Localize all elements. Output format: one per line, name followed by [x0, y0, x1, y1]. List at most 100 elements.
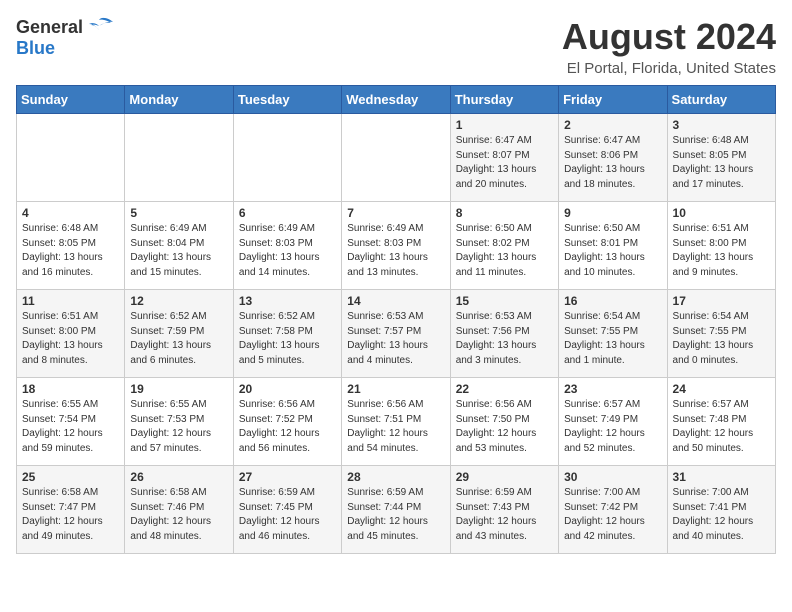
calendar-cell: 15 Sunrise: 6:53 AM Sunset: 7:56 PM Dayli…: [450, 290, 558, 378]
calendar-cell: 9 Sunrise: 6:50 AM Sunset: 8:01 PM Daylig…: [559, 202, 667, 290]
calendar-cell: 19 Sunrise: 6:55 AM Sunset: 7:53 PM Dayli…: [125, 378, 233, 466]
day-number: 8: [456, 206, 553, 220]
day-number: 21: [347, 382, 444, 396]
calendar-cell: 1Sunrise: 6:47 AM Sunset: 8:07 PM Daylig…: [450, 114, 558, 202]
calendar-cell: 5Sunrise: 6:49 AM Sunset: 8:04 PM Daylig…: [125, 202, 233, 290]
calendar-cell: 21 Sunrise: 6:56 AM Sunset: 7:51 PM Dayli…: [342, 378, 450, 466]
day-number: 2: [564, 118, 661, 132]
day-of-week-header: Wednesday: [342, 86, 450, 114]
day-number: 27: [239, 470, 336, 484]
calendar-cell: 18 Sunrise: 6:55 AM Sunset: 7:54 PM Dayli…: [17, 378, 125, 466]
day-detail: Sunrise: 6:59 AM Sunset: 7:43 PM Dayligh…: [456, 486, 553, 544]
day-number: 16: [564, 294, 661, 308]
day-detail: Sunrise: 6:59 AM Sunset: 7:44 PM Dayligh…: [347, 486, 444, 544]
calendar-cell: 8Sunrise: 6:50 AM Sunset: 8:02 PM Daylig…: [450, 202, 558, 290]
calendar-cell: 29 Sunrise: 6:59 AM Sunset: 7:43 PM Dayli…: [450, 466, 558, 554]
day-number: 28: [347, 470, 444, 484]
logo-blue-text: Blue: [16, 38, 55, 58]
day-number: 7: [347, 206, 444, 220]
day-number: 19: [130, 382, 227, 396]
day-detail: Sunrise: 7:00 AM Sunset: 7:41 PM Dayligh…: [673, 486, 770, 544]
calendar-cell: [342, 114, 450, 202]
calendar-cell: 7 Sunrise: 6:49 AM Sunset: 8:03 PM Daylig…: [342, 202, 450, 290]
calendar-cell: 27 Sunrise: 6:59 AM Sunset: 7:45 PM Dayli…: [233, 466, 341, 554]
day-detail: Sunrise: 6:58 AM Sunset: 7:47 PM Dayligh…: [22, 486, 119, 544]
day-detail: Sunrise: 6:53 AM Sunset: 7:56 PM Dayligh…: [456, 310, 553, 368]
calendar-cell: 2 Sunrise: 6:47 AM Sunset: 8:06 PM Daylig…: [559, 114, 667, 202]
day-number: 25: [22, 470, 119, 484]
calendar-cell: 12Sunrise: 6:52 AM Sunset: 7:59 PM Dayli…: [125, 290, 233, 378]
calendar-cell: 13Sunrise: 6:52 AM Sunset: 7:58 PM Dayli…: [233, 290, 341, 378]
day-number: 17: [673, 294, 770, 308]
header-row: SundayMondayTuesdayWednesdayThursdayFrid…: [17, 86, 776, 114]
title-area: August 2024 El Portal, Florida, United S…: [562, 16, 776, 77]
day-number: 14: [347, 294, 444, 308]
day-number: 26: [130, 470, 227, 484]
day-detail: Sunrise: 6:54 AM Sunset: 7:55 PM Dayligh…: [564, 310, 661, 368]
day-detail: Sunrise: 6:55 AM Sunset: 7:54 PM Dayligh…: [22, 398, 119, 456]
calendar-cell: 22 Sunrise: 6:56 AM Sunset: 7:50 PM Dayli…: [450, 378, 558, 466]
day-detail: Sunrise: 6:56 AM Sunset: 7:51 PM Dayligh…: [347, 398, 444, 456]
day-number: 18: [22, 382, 119, 396]
day-number: 11: [22, 294, 119, 308]
day-number: 6: [239, 206, 336, 220]
day-detail: Sunrise: 6:59 AM Sunset: 7:45 PM Dayligh…: [239, 486, 336, 544]
day-number: 22: [456, 382, 553, 396]
day-number: 23: [564, 382, 661, 396]
day-detail: Sunrise: 6:55 AM Sunset: 7:53 PM Dayligh…: [130, 398, 227, 456]
day-number: 31: [673, 470, 770, 484]
calendar-week-row: 25 Sunrise: 6:58 AM Sunset: 7:47 PM Dayli…: [17, 466, 776, 554]
day-detail: Sunrise: 6:49 AM Sunset: 8:04 PM Dayligh…: [130, 222, 227, 280]
day-detail: Sunrise: 6:58 AM Sunset: 7:46 PM Dayligh…: [130, 486, 227, 544]
calendar-cell: 10Sunrise: 6:51 AM Sunset: 8:00 PM Dayli…: [667, 202, 775, 290]
calendar-cell: 26 Sunrise: 6:58 AM Sunset: 7:46 PM Dayli…: [125, 466, 233, 554]
calendar-week-row: 18 Sunrise: 6:55 AM Sunset: 7:54 PM Dayli…: [17, 378, 776, 466]
day-detail: Sunrise: 6:54 AM Sunset: 7:55 PM Dayligh…: [673, 310, 770, 368]
day-detail: Sunrise: 6:51 AM Sunset: 8:00 PM Dayligh…: [22, 310, 119, 368]
day-of-week-header: Tuesday: [233, 86, 341, 114]
day-number: 9: [564, 206, 661, 220]
day-of-week-header: Sunday: [17, 86, 125, 114]
day-detail: Sunrise: 6:50 AM Sunset: 8:01 PM Dayligh…: [564, 222, 661, 280]
day-number: 29: [456, 470, 553, 484]
day-detail: Sunrise: 7:00 AM Sunset: 7:42 PM Dayligh…: [564, 486, 661, 544]
day-detail: Sunrise: 6:52 AM Sunset: 7:59 PM Dayligh…: [130, 310, 227, 368]
calendar-table: SundayMondayTuesdayWednesdayThursdayFrid…: [16, 85, 776, 554]
calendar-cell: 23 Sunrise: 6:57 AM Sunset: 7:49 PM Dayli…: [559, 378, 667, 466]
day-detail: Sunrise: 6:48 AM Sunset: 8:05 PM Dayligh…: [673, 134, 770, 192]
calendar-week-row: 4Sunrise: 6:48 AM Sunset: 8:05 PM Daylig…: [17, 202, 776, 290]
day-number: 13: [239, 294, 336, 308]
day-detail: Sunrise: 6:51 AM Sunset: 8:00 PM Dayligh…: [673, 222, 770, 280]
day-detail: Sunrise: 6:56 AM Sunset: 7:50 PM Dayligh…: [456, 398, 553, 456]
calendar-cell: 6Sunrise: 6:49 AM Sunset: 8:03 PM Daylig…: [233, 202, 341, 290]
logo: General Blue: [16, 16, 113, 59]
day-detail: Sunrise: 6:47 AM Sunset: 8:06 PM Dayligh…: [564, 134, 661, 192]
day-detail: Sunrise: 6:49 AM Sunset: 8:03 PM Dayligh…: [347, 222, 444, 280]
calendar-cell: 20 Sunrise: 6:56 AM Sunset: 7:52 PM Dayli…: [233, 378, 341, 466]
calendar-cell: 16 Sunrise: 6:54 AM Sunset: 7:55 PM Dayli…: [559, 290, 667, 378]
day-number: 1: [456, 118, 553, 132]
calendar-cell: [17, 114, 125, 202]
calendar-cell: 17 Sunrise: 6:54 AM Sunset: 7:55 PM Dayli…: [667, 290, 775, 378]
calendar-cell: 14 Sunrise: 6:53 AM Sunset: 7:57 PM Dayli…: [342, 290, 450, 378]
logo-general-text: General: [16, 17, 83, 38]
day-detail: Sunrise: 6:57 AM Sunset: 7:49 PM Dayligh…: [564, 398, 661, 456]
calendar-cell: 24Sunrise: 6:57 AM Sunset: 7:48 PM Dayli…: [667, 378, 775, 466]
day-number: 4: [22, 206, 119, 220]
day-detail: Sunrise: 6:56 AM Sunset: 7:52 PM Dayligh…: [239, 398, 336, 456]
day-number: 15: [456, 294, 553, 308]
calendar-cell: 28 Sunrise: 6:59 AM Sunset: 7:44 PM Dayli…: [342, 466, 450, 554]
day-detail: Sunrise: 6:57 AM Sunset: 7:48 PM Dayligh…: [673, 398, 770, 456]
day-of-week-header: Monday: [125, 86, 233, 114]
day-of-week-header: Thursday: [450, 86, 558, 114]
calendar-cell: [233, 114, 341, 202]
day-detail: Sunrise: 6:53 AM Sunset: 7:57 PM Dayligh…: [347, 310, 444, 368]
day-number: 30: [564, 470, 661, 484]
calendar-cell: 3Sunrise: 6:48 AM Sunset: 8:05 PM Daylig…: [667, 114, 775, 202]
calendar-cell: [125, 114, 233, 202]
calendar-cell: 30 Sunrise: 7:00 AM Sunset: 7:42 PM Dayli…: [559, 466, 667, 554]
calendar-cell: 4Sunrise: 6:48 AM Sunset: 8:05 PM Daylig…: [17, 202, 125, 290]
calendar-cell: 11 Sunrise: 6:51 AM Sunset: 8:00 PM Dayli…: [17, 290, 125, 378]
day-number: 20: [239, 382, 336, 396]
month-year-title: August 2024: [562, 16, 776, 58]
